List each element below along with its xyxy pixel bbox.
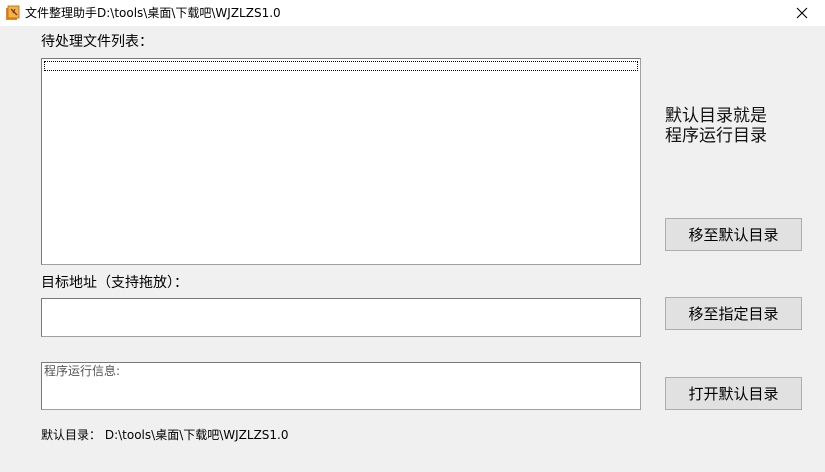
default-dir-status-label: 默认目录： bbox=[41, 428, 102, 442]
default-dir-status: 默认目录： D:\tools\桌面\下载吧\WJZLZS1.0 bbox=[41, 427, 289, 443]
close-button[interactable] bbox=[779, 0, 825, 26]
main-window: 文件整理助手D:\tools\桌面\下载吧\WJZLZS1.0 待处理文件列表：… bbox=[0, 0, 825, 472]
move-to-target-dir-button[interactable]: 移至指定目录 bbox=[665, 297, 802, 330]
file-list-focus-row bbox=[44, 61, 638, 71]
file-list[interactable] bbox=[41, 58, 641, 265]
app-icon bbox=[5, 5, 21, 21]
window-title: 文件整理助手D:\tools\桌面\下载吧\WJZLZS1.0 bbox=[25, 6, 281, 20]
run-info-box[interactable]: 程序运行信息: bbox=[41, 362, 641, 410]
note-line-2: 程序运行目录 bbox=[665, 126, 767, 146]
default-dir-note: 默认目录就是 程序运行目录 bbox=[665, 106, 815, 146]
target-address-input[interactable] bbox=[41, 298, 641, 337]
close-icon bbox=[796, 4, 808, 23]
file-list-label: 待处理文件列表： bbox=[41, 34, 153, 50]
default-dir-status-path: D:\tools\桌面\下载吧\WJZLZS1.0 bbox=[104, 428, 289, 442]
run-info-label: 程序运行信息: bbox=[44, 364, 121, 378]
title-bar[interactable]: 文件整理助手D:\tools\桌面\下载吧\WJZLZS1.0 bbox=[0, 0, 825, 26]
open-default-dir-button[interactable]: 打开默认目录 bbox=[665, 377, 802, 410]
target-address-label: 目标地址（支持拖放）： bbox=[41, 275, 188, 291]
move-to-default-dir-button[interactable]: 移至默认目录 bbox=[665, 218, 802, 251]
note-line-1: 默认目录就是 bbox=[665, 106, 767, 126]
